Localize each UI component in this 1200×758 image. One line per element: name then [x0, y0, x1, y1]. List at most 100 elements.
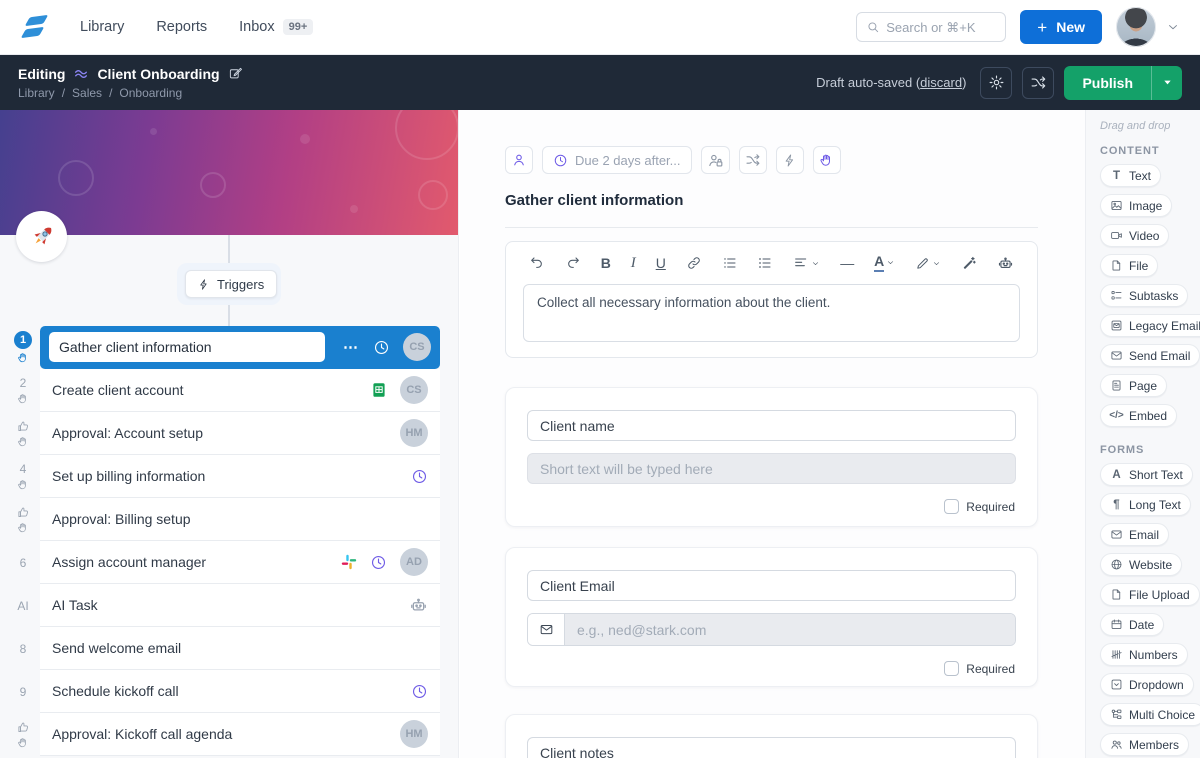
randomize-chip[interactable] [738, 146, 767, 174]
app-window: Library Reports Inbox 99+ + New Editing [0, 0, 1200, 758]
step-title-input[interactable] [49, 332, 325, 362]
italic-button[interactable]: I [631, 255, 636, 272]
step-row[interactable]: Send welcome email [40, 627, 440, 670]
drag-hand-icon[interactable] [17, 522, 29, 534]
description-textbox[interactable]: Collect all necessary information about … [523, 284, 1020, 342]
horizontal-rule-button[interactable]: — [840, 255, 854, 271]
crumb-sales[interactable]: Sales [72, 86, 102, 100]
widget-email-field[interactable]: Email [1100, 523, 1170, 546]
step-row[interactable]: Set up billing information [40, 455, 440, 498]
link-button[interactable] [686, 255, 702, 271]
widget-subtasks[interactable]: Subtasks [1100, 284, 1189, 307]
restricted-assign-chip[interactable] [700, 146, 730, 174]
widget-send-email[interactable]: Send Email [1100, 344, 1200, 367]
nav-reports[interactable]: Reports [156, 19, 207, 35]
person-lock-icon [708, 154, 722, 166]
bold-button[interactable]: B [601, 255, 611, 271]
new-button[interactable]: + New [1020, 10, 1102, 44]
long-text-icon: ¶ [1113, 498, 1120, 511]
drag-hand-icon[interactable] [17, 737, 29, 749]
assignee-avatar[interactable]: HM [400, 419, 428, 447]
deadline-clock-icon[interactable] [411, 468, 428, 485]
redo-button[interactable] [565, 255, 581, 271]
ai-write-button[interactable] [961, 255, 977, 271]
step-row[interactable]: Assign account manager AD [40, 541, 440, 584]
step-row[interactable]: Schedule kickoff call [40, 670, 440, 713]
pen-icon [917, 257, 928, 269]
crumb-library[interactable]: Library [18, 86, 55, 100]
drag-hand-icon[interactable] [17, 393, 29, 405]
step-detail-title: Gather client information [505, 192, 684, 209]
global-search[interactable] [856, 12, 1007, 42]
settings-button[interactable] [980, 66, 1013, 99]
widget-long-text[interactable]: ¶ Long Text [1100, 493, 1191, 516]
undo-button[interactable] [529, 255, 545, 271]
widget-numbers[interactable]: Numbers [1100, 643, 1188, 666]
drag-hand-icon[interactable] [17, 479, 29, 491]
step-row[interactable]: Approval: Account setup HM [40, 412, 440, 455]
crumb-onboarding[interactable]: Onboarding [119, 86, 182, 100]
person-icon [514, 154, 524, 166]
field-label-input[interactable] [527, 570, 1016, 601]
bullet-list-button[interactable] [722, 255, 738, 271]
manual-launch-chip[interactable] [812, 146, 841, 174]
deadline-clock-icon[interactable] [411, 683, 428, 700]
assignee-avatar[interactable]: AD [400, 548, 428, 576]
widget-short-text[interactable]: A Short Text [1100, 463, 1193, 486]
assignee-chip[interactable] [505, 146, 533, 174]
nav-library[interactable]: Library [80, 19, 124, 35]
triggers-button[interactable]: Triggers [185, 270, 278, 298]
assignee-avatar[interactable]: HM [400, 720, 428, 748]
drag-hand-icon[interactable] [17, 436, 29, 448]
numbered-list-button[interactable] [757, 255, 773, 271]
highlight-button[interactable] [915, 256, 941, 271]
step-row[interactable]: AI Task [40, 584, 440, 627]
drag-hand-icon[interactable] [17, 352, 29, 364]
widget-page[interactable]: Page [1100, 374, 1168, 397]
publish-dropdown-button[interactable] [1151, 65, 1182, 100]
widget-image[interactable]: Image [1100, 194, 1173, 217]
widget-website[interactable]: Website [1100, 553, 1183, 576]
ai-assistant-button[interactable] [997, 255, 1014, 272]
form-field-card-email: Required [505, 547, 1038, 687]
widget-dropdown[interactable]: Dropdown [1100, 673, 1194, 696]
step-row[interactable]: Approval: Billing setup [40, 498, 440, 541]
underline-button[interactable]: U [656, 255, 666, 271]
widget-file[interactable]: File [1100, 254, 1159, 277]
publish-button[interactable]: Publish [1064, 65, 1151, 100]
user-avatar[interactable] [1116, 7, 1156, 47]
randomize-button[interactable] [1022, 66, 1055, 99]
align-button[interactable] [793, 255, 820, 271]
assignee-avatar[interactable]: CS [400, 376, 428, 404]
widget-legacy-email[interactable]: Legacy Email [1100, 314, 1200, 337]
required-checkbox[interactable] [944, 499, 960, 514]
edit-title-icon[interactable] [228, 66, 243, 81]
chevron-down-icon[interactable] [1166, 20, 1180, 34]
brand-logo-icon[interactable] [20, 12, 50, 42]
text-color-button[interactable]: A [874, 253, 895, 272]
widget-multi-choice[interactable]: Multi Choice [1100, 703, 1200, 726]
field-label-input[interactable] [527, 737, 1016, 758]
template-emoji-avatar[interactable] [16, 211, 67, 262]
widget-file-upload[interactable]: File Upload [1100, 583, 1200, 606]
widget-date[interactable]: Date [1100, 613, 1165, 636]
trigger-chip[interactable] [775, 146, 804, 174]
step-row[interactable]: Approval: Kickoff call agenda HM [40, 713, 440, 756]
discard-link[interactable]: discard [920, 75, 962, 90]
step-row[interactable]: Create client account CS [40, 369, 440, 412]
widget-embed[interactable]: </> Embed [1100, 404, 1178, 427]
deadline-clock-icon[interactable] [370, 554, 387, 571]
widget-members[interactable]: Members [1100, 733, 1190, 756]
publish-split-button: Publish [1064, 65, 1182, 100]
widget-video[interactable]: Video [1100, 224, 1170, 247]
step-row-selected[interactable]: ⋯ CS [40, 326, 440, 369]
field-label-input[interactable] [527, 410, 1016, 441]
deadline-clock-icon[interactable] [373, 339, 390, 356]
deadline-chip[interactable]: Due 2 days after... [542, 146, 692, 174]
required-checkbox[interactable] [944, 661, 960, 676]
step-menu-icon[interactable]: ⋯ [343, 340, 360, 355]
assignee-avatar[interactable]: CS [403, 333, 431, 361]
search-input[interactable] [886, 19, 997, 35]
nav-inbox[interactable]: Inbox 99+ [239, 19, 314, 35]
widget-text[interactable]: T Text [1100, 164, 1162, 187]
